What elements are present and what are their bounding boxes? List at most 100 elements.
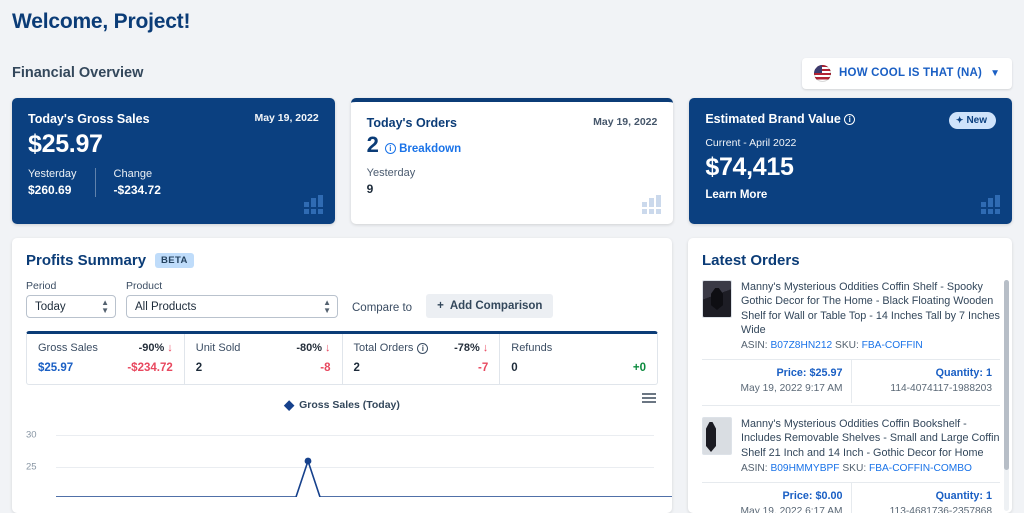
- breakdown-label: Breakdown: [399, 143, 461, 155]
- metric-delta: -$234.72: [127, 362, 172, 374]
- arrow-down-icon: ↓: [325, 342, 331, 354]
- order-quantity-col: Quantity: 1 114-4074117-1988203: [851, 360, 1001, 403]
- card-title-text: Estimated Brand Value: [705, 112, 840, 126]
- card-title: Estimated Brand Value i: [705, 112, 855, 126]
- y-axis-tick: 30: [26, 430, 37, 441]
- profits-summary-header: Profits Summary BETA: [26, 252, 658, 269]
- hamburger-icon[interactable]: [642, 393, 656, 403]
- period-label: Period: [26, 280, 116, 292]
- metric-percent-value: -80%: [296, 342, 322, 354]
- lower-section: Profits Summary BETA Period Today ▲▼ Pro…: [12, 238, 1012, 513]
- metric-values: $25.97 -$234.72: [38, 362, 173, 374]
- order-price: Price: $0.00: [710, 490, 843, 502]
- sku-value[interactable]: FBA-COFFIN-COMBO: [869, 463, 972, 474]
- metric-label-text: Total Orders: [354, 342, 414, 354]
- product-identifiers: ASIN: B09HMMYBPF SKU: FBA-COFFIN-COMBO: [741, 463, 1000, 474]
- arrow-down-icon: ↓: [167, 342, 173, 354]
- metric-refunds: Refunds 0 +0: [499, 334, 657, 384]
- product-thumbnail: [702, 417, 732, 455]
- profits-summary-panel: Profits Summary BETA Period Today ▲▼ Pro…: [12, 238, 672, 513]
- new-badge: ✦ New: [949, 112, 996, 129]
- metric-header: Refunds: [511, 342, 646, 354]
- orders-scrollbar[interactable]: [1004, 280, 1009, 511]
- kpi-cards: Today's Gross Sales May 19, 2022 $25.97 …: [12, 98, 1012, 224]
- metric-values: 2 -7: [354, 362, 489, 374]
- sku-value[interactable]: FBA-COFFIN: [862, 340, 923, 351]
- order-id: 113-4681736-2357868: [860, 506, 993, 513]
- scrollbar-thumb[interactable]: [1004, 280, 1009, 470]
- order-quantity: Quantity: 1: [860, 490, 993, 502]
- chevron-down-icon: ▼: [990, 68, 1000, 79]
- chart-legend[interactable]: ◆ Gross Sales (Today): [26, 397, 658, 413]
- list-item[interactable]: Manny's Mysterious Oddities Coffin Books…: [702, 405, 1000, 513]
- metric-label: Gross Sales: [38, 342, 98, 354]
- product-select[interactable]: All Products ▲▼: [126, 295, 338, 318]
- add-comparison-label: Add Comparison: [450, 300, 543, 312]
- marketplace-selector[interactable]: HOW COOL IS THAT (NA) ▼: [802, 58, 1012, 89]
- card-date: May 19, 2022: [593, 116, 657, 128]
- beta-badge: BETA: [155, 253, 194, 268]
- breakdown-link[interactable]: i Breakdown: [385, 143, 461, 155]
- asin-value[interactable]: B09HMMYBPF: [770, 463, 839, 474]
- metric-header: Unit Sold -80% ↓: [196, 342, 331, 354]
- metric-values: 2 -8: [196, 362, 331, 374]
- gross-sales-value: $25.97: [28, 130, 319, 159]
- legend-label: Gross Sales (Today): [299, 399, 400, 411]
- yesterday-label: Yesterday: [28, 168, 77, 180]
- metric-label: Total Orders i: [354, 342, 429, 354]
- info-icon[interactable]: i: [417, 343, 428, 354]
- order-price: Price: $25.97: [710, 367, 843, 379]
- order-text: Manny's Mysterious Oddities Coffin Books…: [741, 417, 1000, 474]
- card-title: Today's Gross Sales: [28, 112, 150, 126]
- metric-unit-sold: Unit Sold -80% ↓ 2 -8: [184, 334, 342, 384]
- brand-value-amount: $74,415: [705, 153, 996, 182]
- sparkle-icon: ✦: [956, 115, 964, 126]
- card-date: May 19, 2022: [254, 112, 318, 124]
- profits-controls: Period Today ▲▼ Product All Products ▲▼ …: [26, 280, 658, 318]
- metric-percent-value: -78%: [454, 342, 480, 354]
- card-header: Today's Gross Sales May 19, 2022: [28, 112, 319, 126]
- order-quantity-col: Quantity: 1 113-4681736-2357868: [851, 483, 1001, 513]
- order-price-col: Price: $25.97 May 19, 2022 9:17 AM: [702, 360, 851, 403]
- list-item[interactable]: Manny's Mysterious Oddities Coffin Shelf…: [702, 269, 1000, 403]
- orders-value-row: 2 i Breakdown: [367, 132, 658, 158]
- metrics-row: Gross Sales -90% ↓ $25.97 -$234.72 Unit …: [26, 331, 658, 385]
- metric-label: Refunds: [511, 342, 552, 354]
- period-select[interactable]: Today ▲▼: [26, 295, 116, 318]
- add-comparison-button[interactable]: + Add Comparison: [426, 294, 553, 318]
- card-estimated-brand-value: Estimated Brand Value i ✦ New Current - …: [689, 98, 1012, 224]
- brand-value-period: Current - April 2022: [705, 137, 996, 149]
- learn-more-link[interactable]: Learn More: [705, 189, 996, 201]
- financial-overview-title: Financial Overview: [12, 65, 143, 81]
- metric-total-orders: Total Orders i -78% ↓ 2 -7: [342, 334, 500, 384]
- metric-delta: +0: [633, 362, 646, 374]
- metric-header: Gross Sales -90% ↓: [38, 342, 173, 354]
- card-todays-gross-sales: Today's Gross Sales May 19, 2022 $25.97 …: [12, 98, 335, 224]
- bar-chart-decoration-icon: [981, 195, 1000, 214]
- metric-percent: -80% ↓: [296, 342, 330, 354]
- order-meta: Price: $0.00 May 19, 2022 6:17 AM Quanti…: [702, 482, 1000, 513]
- marketplace-label: HOW COOL IS THAT (NA): [839, 67, 982, 79]
- metric-value: 0: [511, 362, 517, 374]
- info-icon[interactable]: i: [844, 114, 855, 125]
- card-title: Today's Orders: [367, 116, 457, 130]
- stepper-icon: ▲▼: [101, 299, 109, 315]
- yesterday-block: Yesterday 9: [367, 167, 434, 196]
- metric-value: 2: [354, 362, 360, 374]
- metric-label: Unit Sold: [196, 342, 241, 354]
- yesterday-label: Yesterday: [367, 167, 416, 179]
- asin-prefix: ASIN:: [741, 340, 770, 351]
- metric-delta: -7: [478, 362, 488, 374]
- product-identifiers: ASIN: B07Z8HN212 SKU: FBA-COFFIN: [741, 340, 1000, 351]
- order-id: 114-4074117-1988203: [860, 383, 993, 394]
- metric-percent: -90% ↓: [139, 342, 173, 354]
- dashboard-page: Welcome, Project! Financial Overview HOW…: [0, 0, 1024, 513]
- latest-orders-panel: Latest Orders Manny's Mysterious Odditie…: [688, 238, 1012, 513]
- product-name: Manny's Mysterious Oddities Coffin Books…: [741, 417, 1000, 460]
- latest-orders-title: Latest Orders: [702, 252, 1000, 269]
- change-value: -$234.72: [114, 183, 161, 197]
- product-control: Product All Products ▲▼: [126, 280, 338, 318]
- chart-series-line: [56, 427, 672, 497]
- asin-value[interactable]: B07Z8HN212: [770, 340, 832, 351]
- arrow-down-icon: ↓: [483, 342, 489, 354]
